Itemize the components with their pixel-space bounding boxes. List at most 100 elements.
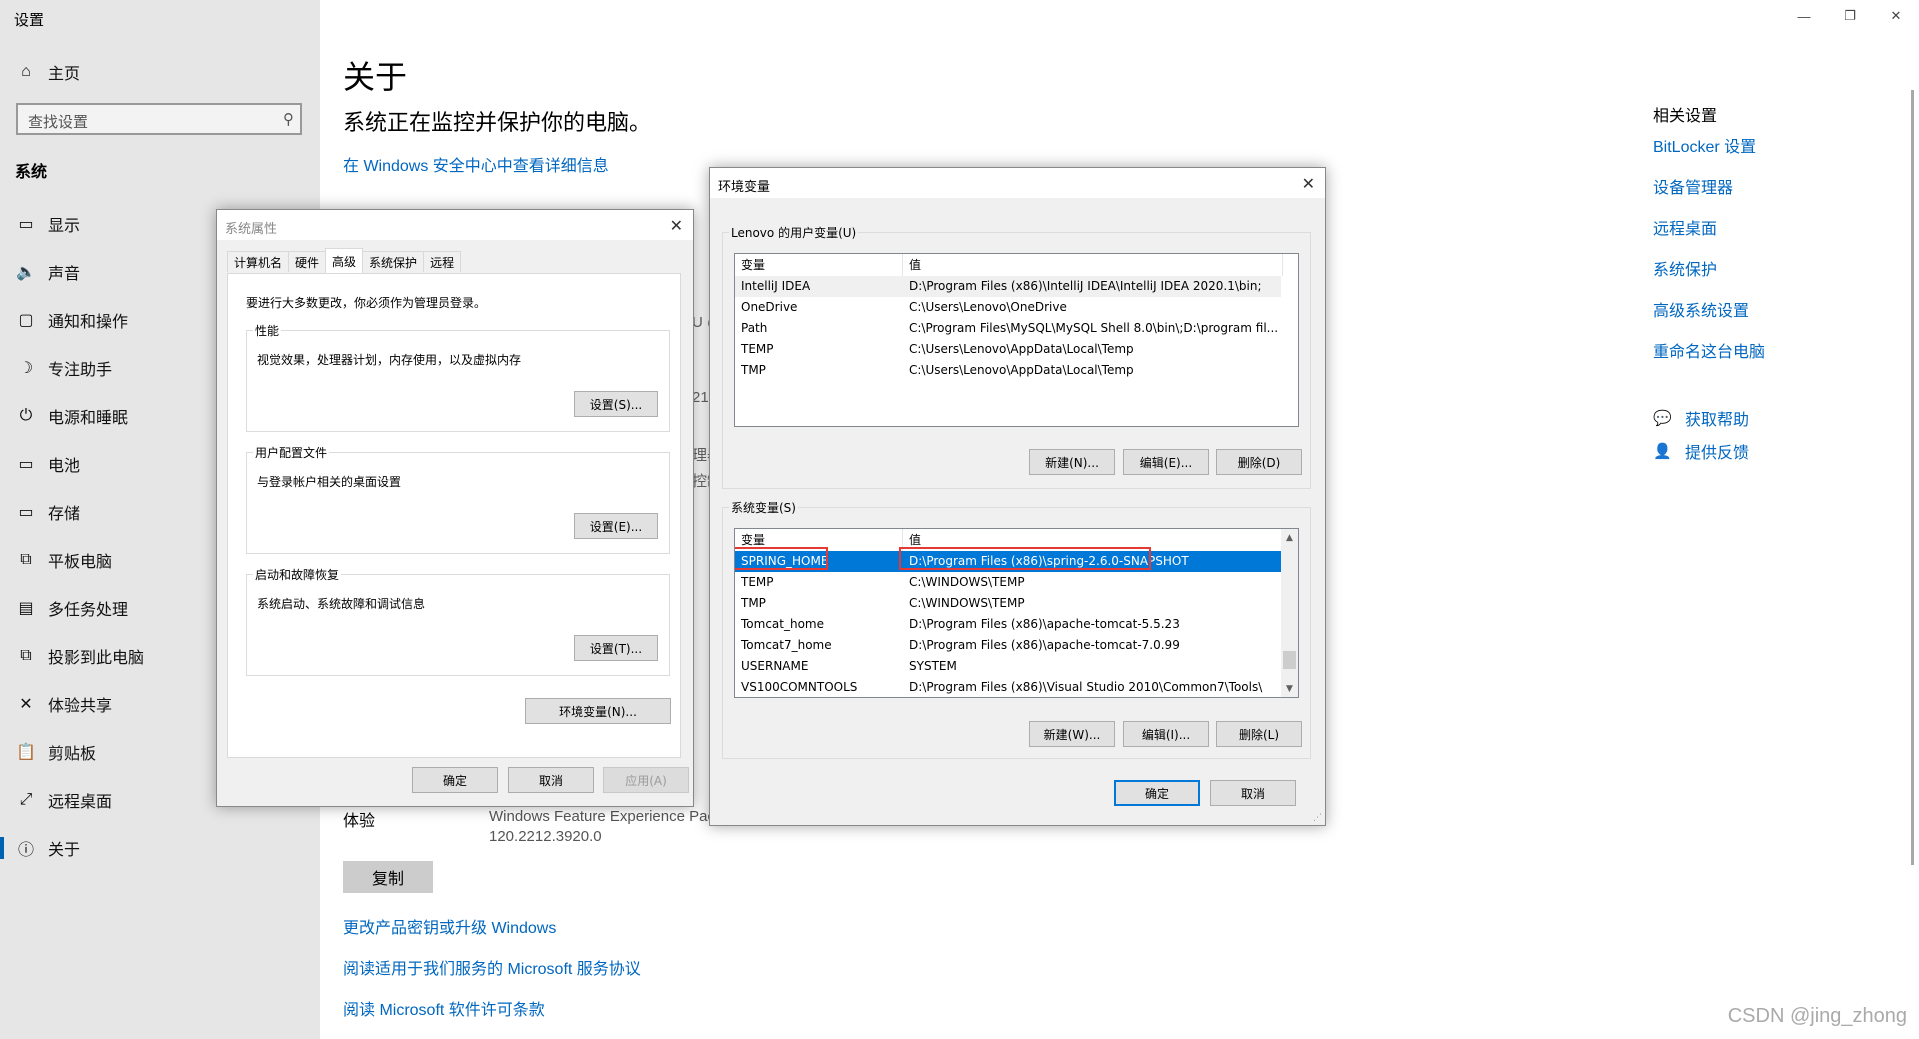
sidebar-item-label: 通知和操作 (48, 314, 129, 331)
related-settings-title: 相关设置 (1653, 108, 1718, 125)
variable-value: C:\Users\Lenovo\OneDrive (909, 300, 1067, 314)
ok-button[interactable]: 确定 (1114, 780, 1200, 806)
moon-icon: ☽ (18, 360, 34, 377)
system-variables-list[interactable]: 变量 值 SPRING_HOME D:\Program Files (x86)\s… (734, 528, 1299, 698)
cancel-button[interactable]: 取消 (1210, 780, 1296, 806)
variable-value: D:\Program Files (x86)\Visual Studio 201… (909, 680, 1263, 694)
column-header-value[interactable]: 值 (903, 254, 1283, 276)
dialog-titlebar[interactable]: 系统属性 ✕ (217, 210, 693, 240)
tab-advanced[interactable]: 高级 (325, 248, 364, 273)
startup-settings-button[interactable]: 设置(T)... (574, 635, 658, 661)
group-description: 与登录帐户相关的桌面设置 (257, 475, 402, 489)
power-icon: ⏻ (19, 407, 33, 424)
obscured-text: 21 (692, 389, 709, 406)
variable-row[interactable]: TMP C:\WINDOWS\TEMP (735, 593, 1281, 614)
performance-settings-button[interactable]: 设置(S)... (574, 391, 658, 417)
cancel-button[interactable]: 取消 (508, 767, 594, 793)
variable-row[interactable]: TEMP C:\WINDOWS\TEMP (735, 572, 1281, 593)
remote-desktop-link[interactable]: 远程桌面 (1653, 215, 1717, 239)
variable-row[interactable]: Path C:\Program Files\MySQL\MySQL Shell 8… (735, 318, 1281, 339)
get-help-link[interactable]: 获取帮助 (1685, 406, 1749, 430)
system-delete-button[interactable]: 删除(L) (1216, 721, 1302, 747)
user-variables-list[interactable]: 变量 值 IntelliJ IDEA D:\Program Files (x86)… (734, 253, 1299, 427)
close-icon[interactable]: ✕ (670, 216, 683, 235)
sidebar-item-label: 体验共享 (48, 698, 113, 715)
system-properties-dialog: 系统属性 ✕ 计算机名 硬件 高级 系统保护 远程 要进行大多数更改，你必须作为… (216, 209, 694, 807)
sidebar-item-label: 存储 (48, 506, 81, 523)
highlight-box (735, 547, 828, 570)
variable-row[interactable]: USERNAME SYSTEM (735, 656, 1281, 677)
system-protection-link[interactable]: 系统保护 (1653, 256, 1717, 280)
variable-row[interactable]: TMP C:\Users\Lenovo\AppData\Local\Temp (735, 360, 1281, 381)
security-center-link[interactable]: 在 Windows 安全中心中查看详细信息 (343, 152, 609, 176)
highlight-box (899, 547, 1151, 570)
tab-hardware[interactable]: 硬件 (288, 251, 327, 272)
advanced-system-settings-link[interactable]: 高级系统设置 (1653, 297, 1749, 321)
copy-button[interactable]: 复制 (343, 861, 433, 893)
resize-grip-icon[interactable]: ⋰ (1313, 813, 1322, 823)
user-new-button[interactable]: 新建(N)... (1029, 449, 1115, 475)
scroll-down-icon[interactable]: ▼ (1281, 680, 1298, 697)
search-icon: ⚲ (283, 111, 294, 128)
sidebar-item[interactable]: ⓘ 关于 (0, 826, 320, 870)
system-edit-button[interactable]: 编辑(I)... (1123, 721, 1209, 747)
group-label: 性能 (253, 322, 282, 339)
device-manager-link[interactable]: 设备管理器 (1653, 174, 1733, 198)
restore-button[interactable]: ❐ (1827, 0, 1873, 32)
close-icon[interactable]: ✕ (1302, 174, 1315, 193)
get-help-row[interactable]: 💬 获取帮助 (1653, 406, 1749, 430)
profile-settings-button[interactable]: 设置(E)... (574, 513, 658, 539)
scroll-up-icon[interactable]: ▲ (1281, 529, 1298, 546)
display-icon: ▭ (18, 216, 34, 233)
tab-system-protection[interactable]: 系统保护 (362, 251, 425, 272)
variable-name: IntelliJ IDEA (741, 279, 811, 293)
variable-row[interactable]: TEMP C:\Users\Lenovo\AppData\Local\Temp (735, 339, 1281, 360)
storage-icon: ▭ (18, 504, 34, 521)
search-input[interactable]: 查找设置 ⚲ (16, 103, 302, 135)
variable-row[interactable]: IntelliJ IDEA D:\Program Files (x86)\Inte… (735, 276, 1281, 297)
project-icon: ⧉ (20, 647, 32, 664)
ok-button[interactable]: 确定 (412, 767, 498, 793)
variable-row[interactable]: OneDrive C:\Users\Lenovo\OneDrive (735, 297, 1281, 318)
variable-name: TEMP (741, 342, 774, 356)
variable-value: C:\WINDOWS\TEMP (909, 575, 1025, 589)
environment-variables-button[interactable]: 环境变量(N)... (525, 698, 671, 724)
variable-name: Tomcat7_home (741, 638, 832, 652)
speaker-icon: 🔈 (16, 264, 36, 281)
user-edit-button[interactable]: 编辑(E)... (1123, 449, 1209, 475)
feedback-row[interactable]: 👤 提供反馈 (1653, 439, 1749, 463)
rename-pc-link[interactable]: 重命名这台电脑 (1653, 338, 1765, 362)
system-new-button[interactable]: 新建(W)... (1029, 721, 1115, 747)
tab-computer-name[interactable]: 计算机名 (227, 251, 290, 272)
experience-value-line: Windows Feature Experience Pack (489, 808, 709, 825)
bitlocker-link[interactable]: BitLocker 设置 (1653, 133, 1756, 157)
column-header-variable[interactable]: 变量 (735, 254, 903, 276)
scroll-thumb[interactable] (1283, 651, 1296, 669)
feedback-link[interactable]: 提供反馈 (1685, 439, 1749, 463)
group-label: Lenovo 的用户变量(U) (729, 224, 859, 241)
user-delete-button[interactable]: 删除(D) (1216, 449, 1302, 475)
service-agreement-link[interactable]: 阅读适用于我们服务的 Microsoft 服务协议 (343, 955, 641, 979)
variable-value: D:\Program Files (x86)\apache-tomcat-7.0… (909, 638, 1180, 652)
variable-row[interactable]: VS100COMNTOOLS D:\Program Files (x86)\Vis… (735, 677, 1281, 697)
tab-remote[interactable]: 远程 (423, 251, 462, 272)
user-profile-group: 用户配置文件 与登录帐户相关的桌面设置 设置(E)... (246, 444, 670, 554)
page-scrollbar[interactable] (1911, 90, 1914, 865)
experience-label: 体验 (343, 813, 376, 830)
variable-row[interactable]: Tomcat7_home D:\Program Files (x86)\apach… (735, 635, 1281, 656)
sidebar-item-label: 关于 (48, 842, 81, 859)
group-description: 系统启动、系统故障和调试信息 (257, 597, 426, 611)
variable-row[interactable]: Tomcat_home D:\Program Files (x86)\apache… (735, 614, 1281, 635)
minimize-button[interactable]: — (1781, 0, 1827, 32)
sidebar-item-label: 专注助手 (48, 362, 113, 379)
sidebar-item-home[interactable]: ⌂ 主页 (0, 50, 320, 94)
license-terms-link[interactable]: 阅读 Microsoft 软件许可条款 (343, 996, 545, 1020)
apply-button[interactable]: 应用(A) (603, 767, 689, 793)
sidebar-item-label: 主页 (48, 66, 81, 83)
product-key-link[interactable]: 更改产品密钥或升级 Windows (343, 914, 556, 938)
group-label: 启动和故障恢复 (253, 566, 342, 583)
system-list-scrollbar[interactable]: ▲ ▼ (1281, 529, 1298, 697)
dialog-titlebar[interactable]: 环境变量 ✕ (710, 168, 1325, 198)
close-button[interactable]: ✕ (1873, 0, 1919, 32)
variable-value: C:\Users\Lenovo\AppData\Local\Temp (909, 342, 1134, 356)
